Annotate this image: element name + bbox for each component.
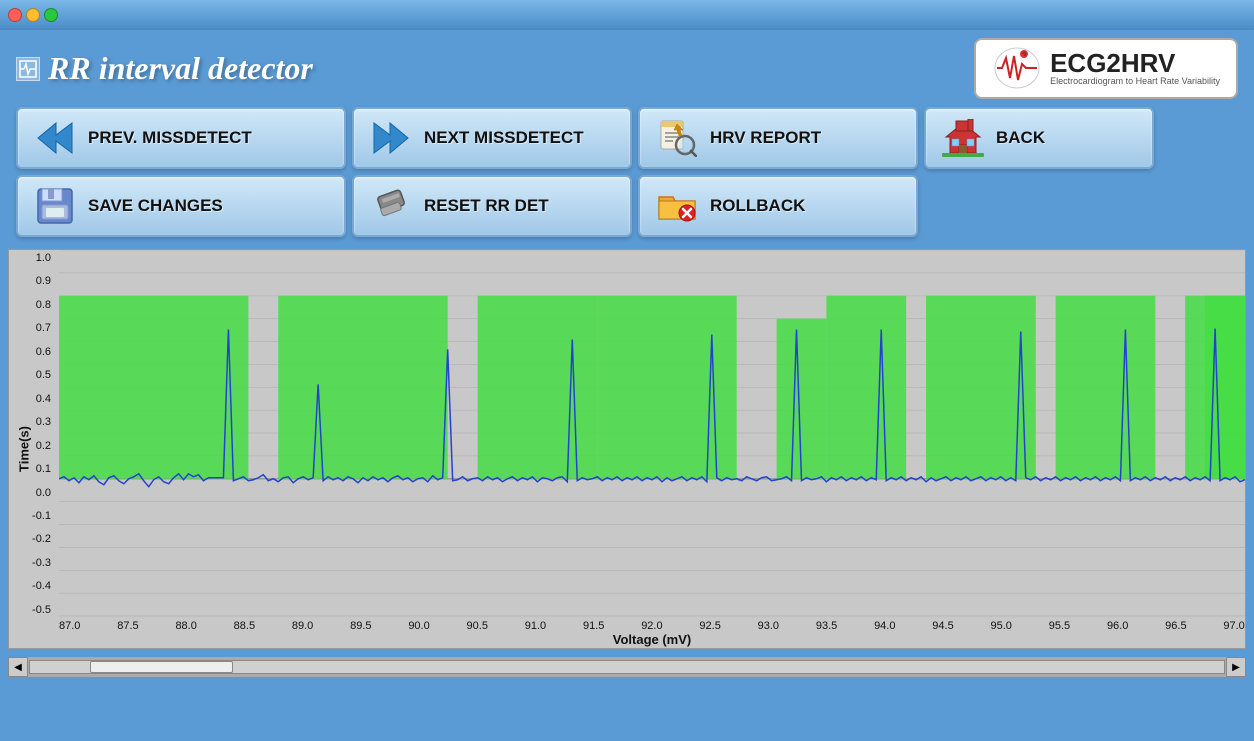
forward-icon (370, 117, 412, 159)
rollback-button[interactable]: ROLLBACK (638, 175, 918, 237)
scroll-thumb[interactable] (90, 661, 233, 673)
back-button[interactable]: BACK (924, 107, 1154, 169)
app-logo-icon (16, 57, 40, 81)
minimize-button[interactable] (26, 8, 40, 22)
ecg2hrv-logo: ECG2HRV Electrocardiogram to Heart Rate … (974, 38, 1238, 99)
rewind-icon (34, 117, 76, 159)
rollback-icon (656, 185, 698, 227)
x-axis: 87.0 87.5 88.0 88.5 89.0 89.5 90.0 90.5 … (59, 618, 1245, 648)
scroll-right-button[interactable]: ▶ (1226, 657, 1246, 677)
scroll-left-button[interactable]: ◀ (8, 657, 28, 677)
button-area: PREV. MISSDETECT NEXT MISSDETECT (0, 107, 1254, 249)
header: RR interval detector ECG2HRV Electrocard… (0, 30, 1254, 107)
report-icon (656, 117, 698, 159)
next-missdetect-button[interactable]: NEXT MISSDETECT (352, 107, 632, 169)
chart-svg[interactable] (59, 250, 1245, 618)
ecg-logo-icon (992, 46, 1042, 91)
y-axis-label: Time(s) (17, 426, 32, 472)
x-axis-label: Voltage (mV) (59, 632, 1245, 647)
maximize-button[interactable] (44, 8, 58, 22)
app-title: RR interval detector (16, 50, 313, 87)
scrollbar[interactable]: ◀ ▶ (8, 657, 1246, 677)
reset-rr-det-button[interactable]: RESET RR DET (352, 175, 632, 237)
hrv-report-button[interactable]: HRV REPORT (638, 107, 918, 169)
title-bar (0, 0, 1254, 30)
save-icon (34, 185, 76, 227)
back-icon (942, 117, 984, 159)
ecg-logo-text: ECG2HRV Electrocardiogram to Heart Rate … (1050, 50, 1220, 87)
prev-missdetect-button[interactable]: PREV. MISSDETECT (16, 107, 346, 169)
close-button[interactable] (8, 8, 22, 22)
scroll-track[interactable] (29, 660, 1225, 674)
save-changes-button[interactable]: SAVE CHANGES (16, 175, 346, 237)
reset-icon (370, 185, 412, 227)
window-controls (8, 8, 58, 22)
chart-container: 1.0 0.9 0.8 0.7 0.6 0.5 0.4 0.3 0.2 0.1 … (8, 249, 1246, 649)
